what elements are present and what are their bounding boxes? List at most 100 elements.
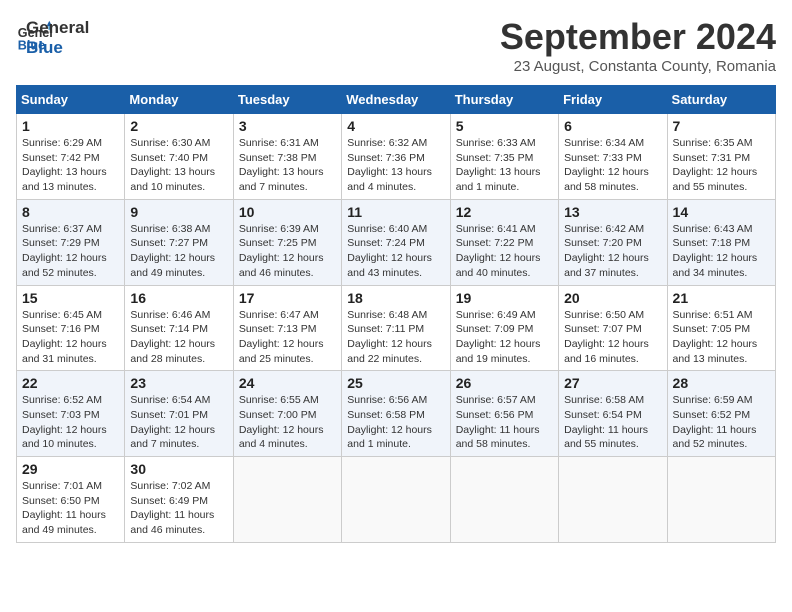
day-number: 24 bbox=[239, 375, 336, 391]
day-number: 23 bbox=[130, 375, 227, 391]
day-number: 8 bbox=[22, 204, 119, 220]
day-info: Sunrise: 6:46 AMSunset: 7:14 PMDaylight:… bbox=[130, 309, 215, 365]
calendar-cell: 14 Sunrise: 6:43 AMSunset: 7:18 PMDaylig… bbox=[667, 199, 775, 285]
calendar-cell: 21 Sunrise: 6:51 AMSunset: 7:05 PMDaylig… bbox=[667, 285, 775, 371]
day-number: 13 bbox=[564, 204, 661, 220]
calendar-cell: 15 Sunrise: 6:45 AMSunset: 7:16 PMDaylig… bbox=[17, 285, 125, 371]
day-number: 14 bbox=[673, 204, 770, 220]
day-number: 26 bbox=[456, 375, 553, 391]
calendar-cell: 23 Sunrise: 6:54 AMSunset: 7:01 PMDaylig… bbox=[125, 371, 233, 457]
day-info: Sunrise: 6:32 AMSunset: 7:36 PMDaylight:… bbox=[347, 137, 432, 193]
day-number: 22 bbox=[22, 375, 119, 391]
day-info: Sunrise: 7:02 AMSunset: 6:49 PMDaylight:… bbox=[130, 480, 214, 536]
calendar-cell bbox=[342, 457, 450, 543]
day-number: 19 bbox=[456, 290, 553, 306]
day-info: Sunrise: 6:35 AMSunset: 7:31 PMDaylight:… bbox=[673, 137, 758, 193]
day-info: Sunrise: 7:01 AMSunset: 6:50 PMDaylight:… bbox=[22, 480, 106, 536]
day-number: 10 bbox=[239, 204, 336, 220]
day-info: Sunrise: 6:38 AMSunset: 7:27 PMDaylight:… bbox=[130, 223, 215, 279]
page-header: General Blue General Blue September 2024… bbox=[16, 16, 776, 75]
calendar-cell: 26 Sunrise: 6:57 AMSunset: 6:56 PMDaylig… bbox=[450, 371, 558, 457]
day-info: Sunrise: 6:56 AMSunset: 6:58 PMDaylight:… bbox=[347, 394, 432, 450]
day-header-tuesday: Tuesday bbox=[233, 86, 341, 114]
day-header-saturday: Saturday bbox=[667, 86, 775, 114]
calendar-week-row: 8 Sunrise: 6:37 AMSunset: 7:29 PMDayligh… bbox=[17, 199, 776, 285]
day-header-wednesday: Wednesday bbox=[342, 86, 450, 114]
calendar-cell: 2 Sunrise: 6:30 AMSunset: 7:40 PMDayligh… bbox=[125, 114, 233, 200]
calendar-cell: 24 Sunrise: 6:55 AMSunset: 7:00 PMDaylig… bbox=[233, 371, 341, 457]
calendar-cell: 19 Sunrise: 6:49 AMSunset: 7:09 PMDaylig… bbox=[450, 285, 558, 371]
calendar-cell: 3 Sunrise: 6:31 AMSunset: 7:38 PMDayligh… bbox=[233, 114, 341, 200]
day-info: Sunrise: 6:47 AMSunset: 7:13 PMDaylight:… bbox=[239, 309, 324, 365]
day-number: 7 bbox=[673, 118, 770, 134]
calendar-week-row: 22 Sunrise: 6:52 AMSunset: 7:03 PMDaylig… bbox=[17, 371, 776, 457]
day-info: Sunrise: 6:54 AMSunset: 7:01 PMDaylight:… bbox=[130, 394, 215, 450]
calendar-cell: 27 Sunrise: 6:58 AMSunset: 6:54 PMDaylig… bbox=[559, 371, 667, 457]
day-number: 27 bbox=[564, 375, 661, 391]
calendar-cell: 29 Sunrise: 7:01 AMSunset: 6:50 PMDaylig… bbox=[17, 457, 125, 543]
day-number: 29 bbox=[22, 461, 119, 477]
calendar-cell: 10 Sunrise: 6:39 AMSunset: 7:25 PMDaylig… bbox=[233, 199, 341, 285]
calendar-cell: 11 Sunrise: 6:40 AMSunset: 7:24 PMDaylig… bbox=[342, 199, 450, 285]
day-info: Sunrise: 6:40 AMSunset: 7:24 PMDaylight:… bbox=[347, 223, 432, 279]
calendar-cell: 1 Sunrise: 6:29 AMSunset: 7:42 PMDayligh… bbox=[17, 114, 125, 200]
day-info: Sunrise: 6:55 AMSunset: 7:00 PMDaylight:… bbox=[239, 394, 324, 450]
calendar-cell: 5 Sunrise: 6:33 AMSunset: 7:35 PMDayligh… bbox=[450, 114, 558, 200]
calendar-cell: 25 Sunrise: 6:56 AMSunset: 6:58 PMDaylig… bbox=[342, 371, 450, 457]
calendar-cell: 28 Sunrise: 6:59 AMSunset: 6:52 PMDaylig… bbox=[667, 371, 775, 457]
calendar-cell: 30 Sunrise: 7:02 AMSunset: 6:49 PMDaylig… bbox=[125, 457, 233, 543]
day-number: 18 bbox=[347, 290, 444, 306]
day-number: 3 bbox=[239, 118, 336, 134]
calendar-cell: 6 Sunrise: 6:34 AMSunset: 7:33 PMDayligh… bbox=[559, 114, 667, 200]
calendar-table: SundayMondayTuesdayWednesdayThursdayFrid… bbox=[16, 85, 776, 543]
calendar-cell: 17 Sunrise: 6:47 AMSunset: 7:13 PMDaylig… bbox=[233, 285, 341, 371]
subtitle: 23 August, Constanta County, Romania bbox=[500, 58, 776, 75]
calendar-cell: 16 Sunrise: 6:46 AMSunset: 7:14 PMDaylig… bbox=[125, 285, 233, 371]
day-number: 20 bbox=[564, 290, 661, 306]
day-number: 6 bbox=[564, 118, 661, 134]
logo-line1: General bbox=[26, 18, 89, 38]
day-header-monday: Monday bbox=[125, 86, 233, 114]
day-info: Sunrise: 6:43 AMSunset: 7:18 PMDaylight:… bbox=[673, 223, 758, 279]
calendar-cell bbox=[233, 457, 341, 543]
day-number: 9 bbox=[130, 204, 227, 220]
calendar-cell: 22 Sunrise: 6:52 AMSunset: 7:03 PMDaylig… bbox=[17, 371, 125, 457]
day-info: Sunrise: 6:37 AMSunset: 7:29 PMDaylight:… bbox=[22, 223, 107, 279]
day-info: Sunrise: 6:50 AMSunset: 7:07 PMDaylight:… bbox=[564, 309, 649, 365]
calendar-cell: 4 Sunrise: 6:32 AMSunset: 7:36 PMDayligh… bbox=[342, 114, 450, 200]
day-info: Sunrise: 6:49 AMSunset: 7:09 PMDaylight:… bbox=[456, 309, 541, 365]
calendar-cell: 18 Sunrise: 6:48 AMSunset: 7:11 PMDaylig… bbox=[342, 285, 450, 371]
day-header-friday: Friday bbox=[559, 86, 667, 114]
day-info: Sunrise: 6:33 AMSunset: 7:35 PMDaylight:… bbox=[456, 137, 541, 193]
day-header-thursday: Thursday bbox=[450, 86, 558, 114]
day-number: 17 bbox=[239, 290, 336, 306]
calendar-cell: 13 Sunrise: 6:42 AMSunset: 7:20 PMDaylig… bbox=[559, 199, 667, 285]
month-title: September 2024 bbox=[500, 16, 776, 58]
day-info: Sunrise: 6:59 AMSunset: 6:52 PMDaylight:… bbox=[673, 394, 757, 450]
calendar-cell: 7 Sunrise: 6:35 AMSunset: 7:31 PMDayligh… bbox=[667, 114, 775, 200]
day-info: Sunrise: 6:39 AMSunset: 7:25 PMDaylight:… bbox=[239, 223, 324, 279]
calendar-cell: 12 Sunrise: 6:41 AMSunset: 7:22 PMDaylig… bbox=[450, 199, 558, 285]
day-info: Sunrise: 6:52 AMSunset: 7:03 PMDaylight:… bbox=[22, 394, 107, 450]
day-info: Sunrise: 6:45 AMSunset: 7:16 PMDaylight:… bbox=[22, 309, 107, 365]
day-header-sunday: Sunday bbox=[17, 86, 125, 114]
calendar-header-row: SundayMondayTuesdayWednesdayThursdayFrid… bbox=[17, 86, 776, 114]
day-number: 11 bbox=[347, 204, 444, 220]
day-number: 16 bbox=[130, 290, 227, 306]
day-info: Sunrise: 6:48 AMSunset: 7:11 PMDaylight:… bbox=[347, 309, 432, 365]
calendar-week-row: 29 Sunrise: 7:01 AMSunset: 6:50 PMDaylig… bbox=[17, 457, 776, 543]
day-number: 2 bbox=[130, 118, 227, 134]
calendar-cell bbox=[450, 457, 558, 543]
title-block: September 2024 23 August, Constanta Coun… bbox=[500, 16, 776, 75]
calendar-cell bbox=[667, 457, 775, 543]
day-info: Sunrise: 6:57 AMSunset: 6:56 PMDaylight:… bbox=[456, 394, 540, 450]
day-number: 28 bbox=[673, 375, 770, 391]
calendar-week-row: 1 Sunrise: 6:29 AMSunset: 7:42 PMDayligh… bbox=[17, 114, 776, 200]
day-number: 4 bbox=[347, 118, 444, 134]
logo-line2: Blue bbox=[26, 38, 89, 58]
calendar-cell: 8 Sunrise: 6:37 AMSunset: 7:29 PMDayligh… bbox=[17, 199, 125, 285]
day-number: 21 bbox=[673, 290, 770, 306]
calendar-cell: 9 Sunrise: 6:38 AMSunset: 7:27 PMDayligh… bbox=[125, 199, 233, 285]
day-info: Sunrise: 6:58 AMSunset: 6:54 PMDaylight:… bbox=[564, 394, 648, 450]
day-info: Sunrise: 6:30 AMSunset: 7:40 PMDaylight:… bbox=[130, 137, 215, 193]
